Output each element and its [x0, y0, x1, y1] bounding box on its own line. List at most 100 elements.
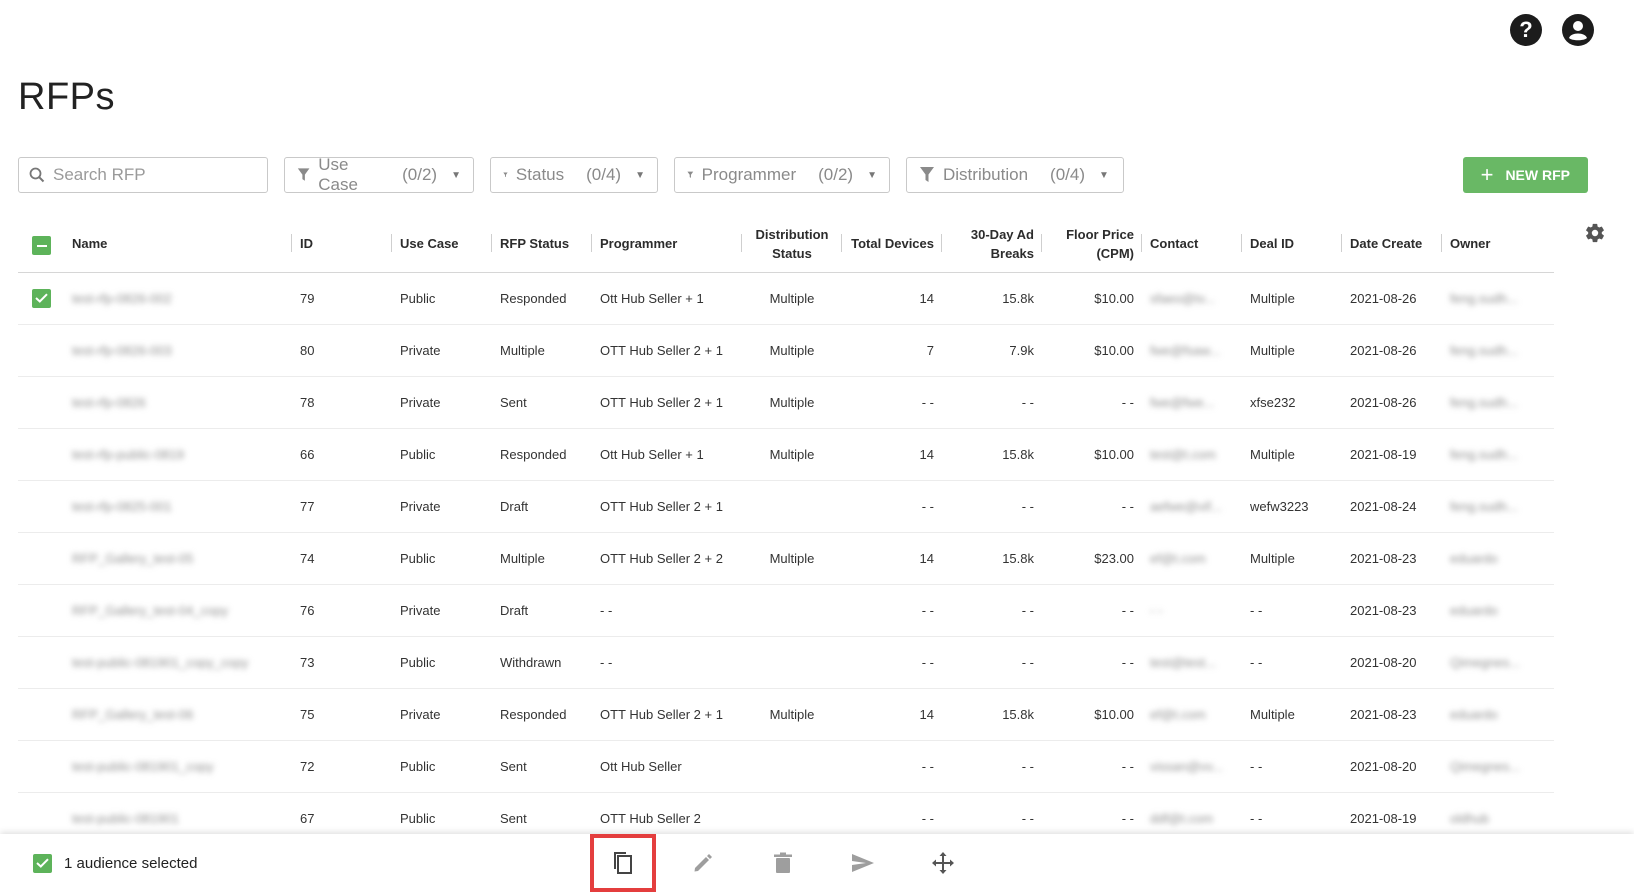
chevron-down-icon: ▼ — [635, 169, 645, 181]
table-row[interactable]: test-rfp-0826-003 80 Private Multiple OTT Hu… — [18, 324, 1554, 377]
help-icon[interactable]: ? — [1510, 14, 1542, 46]
table-row[interactable]: test-rfp-0825-001 77 Private Draft OTT Hub S… — [18, 480, 1554, 533]
filter-status[interactable]: Status (0/4) ▼ — [490, 157, 658, 193]
cell-rfp-status: Draft — [492, 584, 592, 637]
cell-contact: vissan@vv... — [1142, 740, 1242, 793]
new-rfp-button[interactable]: + NEW RFP — [1462, 157, 1588, 193]
column-header-deal-id[interactable]: Deal ID — [1242, 216, 1342, 273]
cell-contact: ef@t.com — [1142, 532, 1242, 585]
cell-name: RFP_Gallery_test-04_copy — [64, 584, 292, 637]
row-checkbox[interactable] — [18, 324, 64, 377]
cell-date-create: 2021-08-26 — [1342, 324, 1442, 377]
cell-contact: test@test... — [1142, 636, 1242, 689]
cell-deal-id: Multiple — [1242, 324, 1342, 377]
cell-floor-price: $10.00 — [1042, 272, 1142, 325]
edit-button[interactable] — [670, 834, 736, 892]
row-checkbox[interactable] — [18, 688, 64, 741]
cell-owner: eduardo — [1442, 688, 1554, 741]
search-icon — [29, 167, 45, 183]
filter-use-case[interactable]: Use Case (0/2) ▼ — [284, 155, 474, 194]
cell-owner: feng.sudh... — [1442, 324, 1554, 377]
cell-date-create: 2021-08-19 — [1342, 428, 1442, 481]
cell-date-create: 2021-08-20 — [1342, 636, 1442, 689]
selected-check-icon[interactable] — [33, 853, 52, 873]
cell-deal-id: - - — [1242, 636, 1342, 689]
row-checkbox[interactable] — [18, 532, 64, 585]
cell-id: 78 — [292, 376, 392, 429]
table-row[interactable]: RFP_Gallery_test-06 75 Private Responded OTT… — [18, 688, 1554, 741]
column-header-date-create[interactable]: Date Create — [1342, 216, 1442, 273]
cell-name: RFP_Gallery_test-06 — [64, 688, 292, 741]
column-header-distribution-status[interactable]: Distribution Status — [742, 216, 842, 273]
table-row[interactable]: test-public-081901_copy 72 Public Sent Ott H… — [18, 740, 1554, 793]
table-row[interactable]: test-rfp-public-0819 66 Public Responded Ott… — [18, 428, 1554, 481]
table-row[interactable]: test-rfp-0826-002 79 Public Responded Ott Hu… — [18, 272, 1554, 325]
cell-distribution-status — [742, 740, 842, 793]
row-checkbox[interactable] — [18, 272, 64, 325]
cell-owner: Qimegnes... — [1442, 740, 1554, 793]
chevron-down-icon: ▼ — [451, 169, 461, 181]
row-checkbox[interactable] — [18, 636, 64, 689]
row-checkbox[interactable] — [18, 740, 64, 793]
search-input[interactable] — [53, 165, 253, 185]
send-button[interactable] — [830, 834, 896, 892]
copy-button[interactable] — [590, 834, 656, 892]
table-row[interactable]: test-public-081901_copy_copy 73 Public With… — [18, 636, 1554, 689]
filter-icon — [920, 167, 934, 182]
cell-deal-id: - - — [1242, 584, 1342, 637]
cell-name: test-public-081901_copy_copy — [64, 636, 292, 689]
cell-rfp-status: Sent — [492, 376, 592, 429]
filter-programmer[interactable]: Programmer (0/2) ▼ — [674, 157, 890, 193]
column-header-rfp-status[interactable]: RFP Status — [492, 216, 592, 273]
cell-contact: fwe@fwe... — [1142, 376, 1242, 429]
rfp-table: Name ID Use Case RFP Status Programmer D… — [18, 216, 1554, 845]
column-header-use-case[interactable]: Use Case — [392, 216, 492, 273]
cell-use-case: Public — [392, 636, 492, 689]
gear-icon[interactable] — [1584, 222, 1606, 249]
row-checkbox[interactable] — [18, 376, 64, 429]
row-checkbox[interactable] — [18, 428, 64, 481]
cell-distribution-status: Multiple — [742, 532, 842, 585]
table-row[interactable]: RFP_Gallery_test-04_copy 76 Private Draft - … — [18, 584, 1554, 637]
cell-deal-id: Multiple — [1242, 428, 1342, 481]
account-icon[interactable] — [1562, 14, 1594, 46]
row-checkbox[interactable] — [18, 584, 64, 637]
column-header-name[interactable]: Name — [64, 216, 292, 273]
cell-rfp-status: Multiple — [492, 324, 592, 377]
pencil-icon — [694, 854, 712, 872]
column-header-contact[interactable]: Contact — [1142, 216, 1242, 273]
cell-floor-price: - - — [1042, 376, 1142, 429]
new-rfp-label: NEW RFP — [1505, 167, 1570, 183]
cell-deal-id: xfse232 — [1242, 376, 1342, 429]
search-box[interactable] — [18, 157, 268, 193]
table-row[interactable]: test-rfp-0826 78 Private Sent OTT Hub Seller… — [18, 376, 1554, 429]
row-checkbox[interactable] — [18, 480, 64, 533]
column-header-id[interactable]: ID — [292, 216, 392, 273]
cell-date-create: 2021-08-20 — [1342, 740, 1442, 793]
cell-owner: feng.sudh... — [1442, 428, 1554, 481]
filter-distribution[interactable]: Distribution (0/4) ▼ — [906, 157, 1124, 193]
column-header-owner[interactable]: Owner — [1442, 216, 1554, 273]
cell-total-devices: 7 — [842, 324, 942, 377]
cell-id: 75 — [292, 688, 392, 741]
cell-programmer: OTT Hub Seller 2 + 1 — [592, 324, 742, 377]
cell-use-case: Public — [392, 532, 492, 585]
column-header-floor-price[interactable]: Floor Price (CPM) — [1042, 216, 1142, 273]
move-button[interactable] — [910, 834, 976, 892]
delete-button[interactable] — [750, 834, 816, 892]
cell-floor-price: - - — [1042, 480, 1142, 533]
cell-ad-breaks: - - — [942, 740, 1042, 793]
column-header-programmer[interactable]: Programmer — [592, 216, 742, 273]
select-all-checkbox[interactable] — [18, 216, 64, 273]
cell-floor-price: $10.00 — [1042, 428, 1142, 481]
cell-rfp-status: Sent — [492, 740, 592, 793]
filter-icon — [297, 168, 310, 181]
column-header-ad-breaks[interactable]: 30-Day Ad Breaks — [942, 216, 1042, 273]
cell-total-devices: - - — [842, 584, 942, 637]
cell-id: 66 — [292, 428, 392, 481]
plus-icon: + — [1480, 162, 1494, 187]
table-row[interactable]: RFP_Gallery_test-05 74 Public Multiple OTT H… — [18, 532, 1554, 585]
cell-distribution-status: Multiple — [742, 324, 842, 377]
column-header-total-devices[interactable]: Total Devices — [842, 216, 942, 273]
cell-ad-breaks: 15.8k — [942, 428, 1042, 481]
